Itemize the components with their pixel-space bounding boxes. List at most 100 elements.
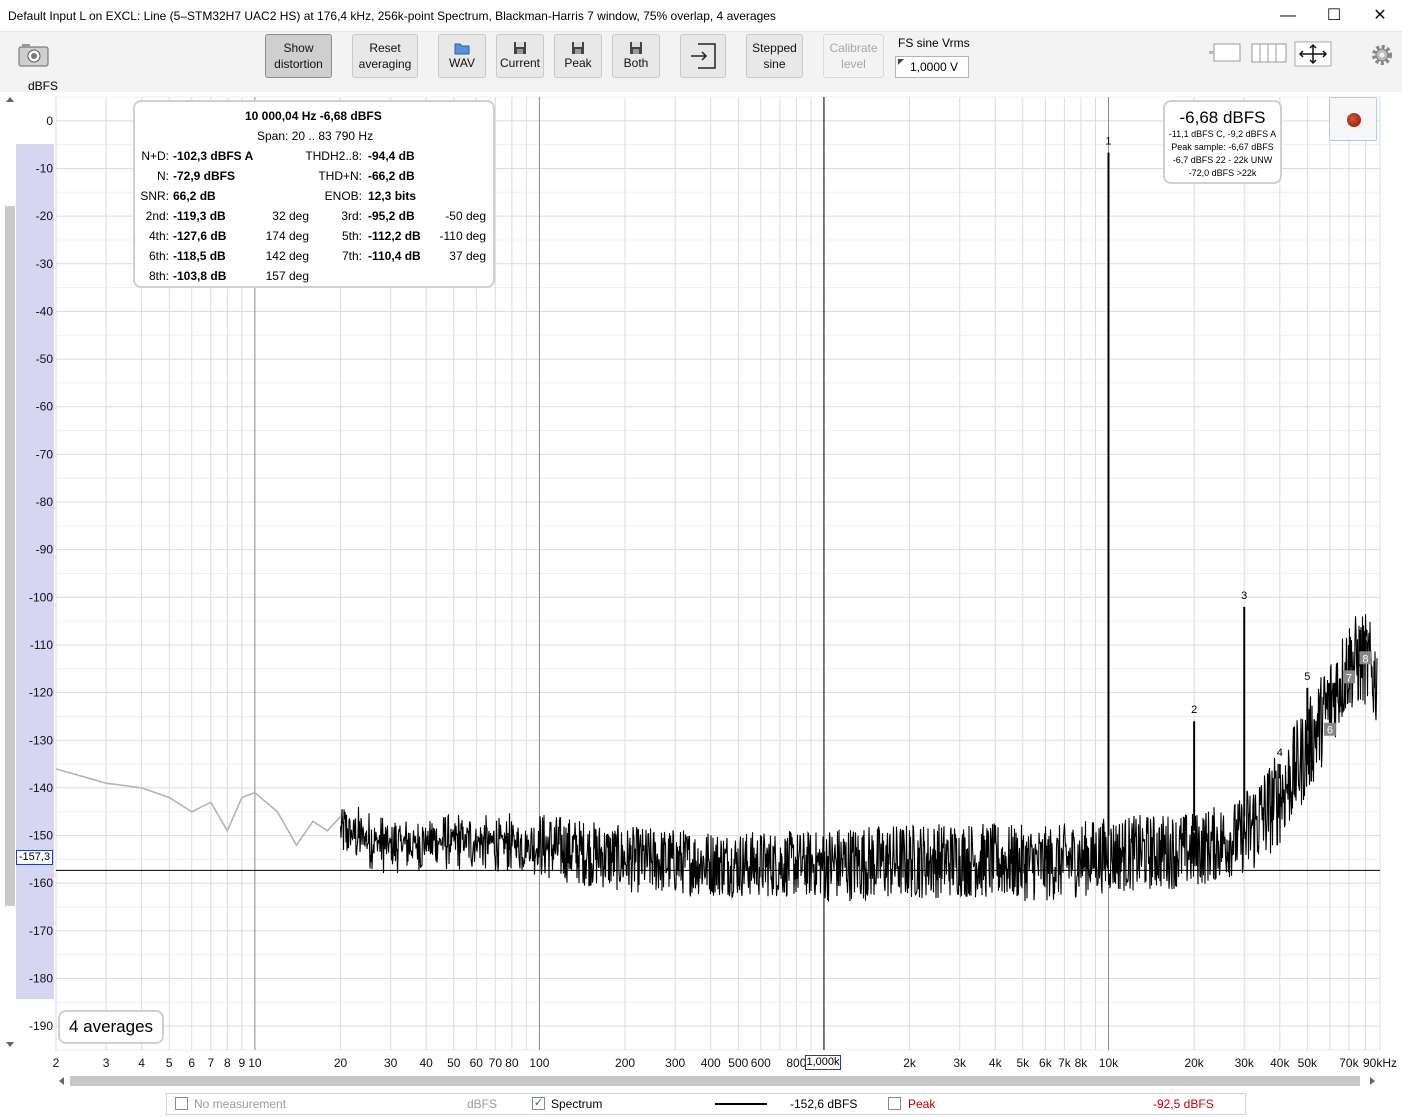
spectrum-checkbox[interactable]: ✓	[532, 1097, 545, 1110]
harmonic-marker-label-8: 8	[1362, 653, 1368, 665]
x-tick-label: 40k	[1270, 1056, 1290, 1070]
averages-indicator: 4 averages	[58, 1010, 164, 1044]
harmonic-3-value: -95,2 dB	[368, 209, 415, 223]
y-tick-label: -150	[29, 829, 53, 843]
window-title: Default Input L on EXCL: Line (5–STM32H7…	[8, 9, 776, 23]
x-tick-label: 80	[505, 1056, 519, 1070]
x-tick-label: 800	[786, 1056, 806, 1070]
legend-status-bar: No measurement dBFS ✓ Spectrum -152,6 dB…	[166, 1093, 1246, 1115]
spectrum-label: Spectrum	[551, 1097, 603, 1111]
dropdown-corner-icon	[898, 59, 904, 65]
harmonic-marker-label-4: 4	[1277, 747, 1283, 759]
x-tick-label: 300	[665, 1056, 685, 1070]
reset-averaging-button[interactable]: Reset averaging	[352, 34, 418, 78]
multi-graph-layout-icon[interactable]	[1250, 42, 1288, 64]
fundamental-readout: 10 000,04 Hz -6,68 dBFS	[245, 109, 382, 123]
spectrum-line-swatch	[715, 1103, 767, 1105]
harmonic-8-value: -103,8 dB	[173, 269, 227, 283]
y-tick-label: -90	[36, 543, 54, 557]
close-button[interactable]: ✕	[1357, 0, 1402, 32]
camera-icon[interactable]	[18, 42, 50, 68]
level-above-22k-line: -72,0 dBFS >22k	[1188, 168, 1257, 178]
both-label: Both	[623, 56, 649, 70]
harmonic-3-phase: -50 deg	[445, 209, 486, 223]
cursor-level-label[interactable]: -157,3	[16, 850, 53, 865]
harmonic-6-phase: 142 deg	[265, 249, 309, 263]
x-tick-label: 3	[103, 1056, 110, 1070]
export-icon	[691, 43, 716, 69]
record-icon	[1347, 113, 1361, 127]
harmonic-5-phase: -110 deg	[439, 229, 486, 243]
maximize-button[interactable]: ☐	[1311, 0, 1357, 32]
x-tick-label: 6k	[1039, 1056, 1053, 1070]
stepped-sine-button[interactable]: Stepped sine	[746, 34, 803, 78]
x-tick-label: 9	[239, 1056, 246, 1070]
harmonic-marker-label-2: 2	[1191, 704, 1197, 716]
minimize-button[interactable]: —	[1265, 0, 1311, 32]
y-tick-label: -30	[36, 257, 54, 271]
x-tick-label: 40	[420, 1056, 434, 1070]
gear-icon[interactable]	[1370, 43, 1394, 67]
fs-sine-input[interactable]: 1,0000 V	[895, 56, 969, 78]
level-weighted-line: -11,1 dBFS C, -9,2 dBFS A	[1168, 129, 1277, 139]
y-tick-label: -50	[36, 352, 54, 366]
y-tick-label: 0	[46, 114, 53, 128]
reset-averaging-line1: Reset	[369, 41, 401, 55]
export-button[interactable]	[680, 34, 726, 78]
snr-value: 66,2 dB	[173, 189, 216, 203]
y-tick-label: -80	[36, 495, 54, 509]
harmonic-2-value: -119,3 dB	[173, 209, 226, 223]
save-current-button[interactable]: Current	[496, 34, 544, 78]
calibrate-level-line1: Calibrate	[829, 41, 878, 55]
no-measurement-unit: dBFS	[467, 1097, 498, 1111]
level-main-value: -6,68 dBFS	[1179, 108, 1266, 127]
show-distortion-line2: distortion	[274, 57, 323, 71]
noise-label: N:	[157, 169, 169, 183]
harmonic-2-phase: 32 deg	[272, 209, 309, 223]
x-tick-label: 10	[248, 1056, 262, 1070]
harmonic-4-label: 4th:	[148, 229, 169, 243]
x-tick-label: 8	[224, 1056, 231, 1070]
x-tick-label: 500	[728, 1056, 748, 1070]
wav-button[interactable]: WAV	[438, 34, 486, 78]
harmonic-marker-label-6: 6	[1327, 725, 1333, 737]
harmonic-marker-label-3: 3	[1241, 590, 1247, 602]
peak-checkbox[interactable]	[888, 1097, 901, 1110]
folder-icon	[454, 43, 470, 55]
single-graph-layout-icon[interactable]	[1208, 42, 1244, 64]
x-tick-label: 4	[138, 1056, 145, 1070]
nd-label: N+D:	[141, 149, 169, 163]
y-tick-label: -10	[36, 161, 54, 175]
no-measurement-checkbox[interactable]	[175, 1097, 188, 1110]
y-tick-label: -40	[36, 304, 54, 318]
x-tick-label: 30k	[1235, 1056, 1255, 1070]
x-tick-label: 70	[489, 1056, 503, 1070]
record-button[interactable]	[1329, 97, 1377, 141]
span-readout: Span: 20 .. 83 790 Hz	[257, 129, 374, 143]
x-tick-label: 20k	[1184, 1056, 1204, 1070]
x-tick-label: 10k	[1099, 1056, 1119, 1070]
fit-arrows-icon[interactable]	[1294, 41, 1332, 67]
cursor-frequency-label[interactable]: 1,000k	[805, 1055, 841, 1070]
calibrate-level-button[interactable]: Calibrate level	[823, 34, 884, 78]
noise-value: -72,9 dBFS	[173, 169, 236, 183]
frequency-scrollbar[interactable]	[56, 1074, 1380, 1088]
harmonic-4-phase: 174 deg	[265, 229, 309, 243]
thdn-value: -66,2 dB	[368, 169, 415, 183]
harmonic-7-label: 7th:	[341, 249, 362, 263]
show-distortion-button[interactable]: Show distortion	[265, 34, 332, 78]
floppy-disk-icon	[630, 42, 642, 54]
save-both-button[interactable]: Both	[612, 34, 660, 78]
current-label: Current	[499, 56, 540, 70]
save-peak-button[interactable]: Peak	[554, 34, 602, 78]
x-tick-label: 100	[529, 1056, 549, 1070]
x-tick-label: 50	[447, 1056, 461, 1070]
harmonic-marker-label-1: 1	[1105, 136, 1111, 148]
y-tick-label: -160	[29, 876, 53, 890]
x-tick-label: 70k	[1339, 1056, 1359, 1070]
distortion-readout-panel: 10 000,04 Hz -6,68 dBFS Span: 20 .. 83 7…	[133, 100, 495, 288]
harmonic-7-phase: 37 deg	[449, 249, 486, 263]
peak-label: Peak	[564, 56, 592, 70]
snr-label: SNR:	[140, 189, 169, 203]
level-unweighted-line: -6,7 dBFS 22 - 22k UNW	[1172, 155, 1273, 165]
